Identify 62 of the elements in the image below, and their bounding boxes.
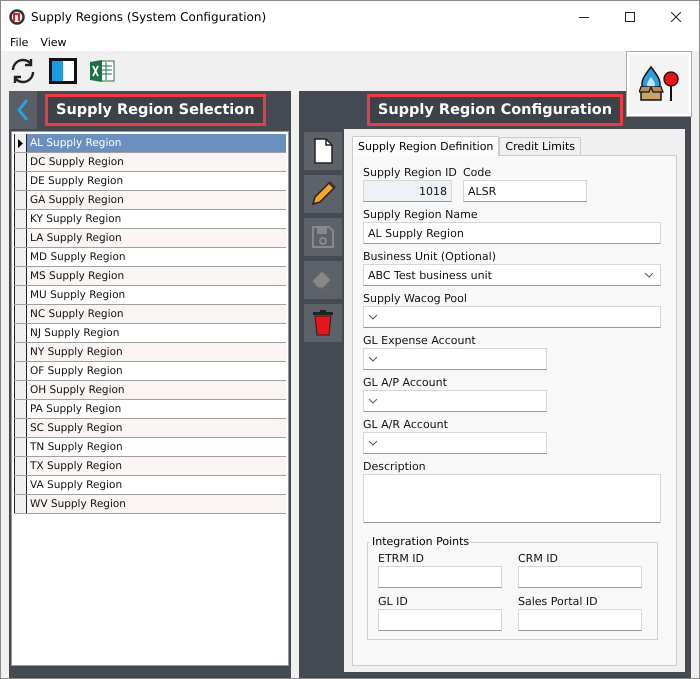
pencil-icon [310,181,336,207]
split-panel-icon[interactable] [49,58,77,84]
field-value: AL Supply Region [368,226,464,240]
minimize-icon [579,16,589,18]
panel-title: Supply Region Selection [45,94,266,126]
table-cell-text: VA Supply Region [29,478,124,493]
tab[interactable]: Supply Region Definition [352,136,500,156]
account-dropdown[interactable] [363,432,547,454]
back-button[interactable] [9,91,37,129]
new-tool-button[interactable] [304,132,342,170]
account-dropdown[interactable] [363,390,547,412]
refresh-icon[interactable] [9,57,37,85]
tab[interactable]: Credit Limits [499,137,581,155]
panel-title: Supply Region Configuration [366,94,624,126]
window-title: Supply Regions (System Configuration) [31,10,268,24]
field-value: 1018 [419,184,447,198]
table-cell-text: TN Supply Region [29,440,124,455]
field-value: ALSR [468,184,496,198]
field-label: CRM ID [518,551,558,566]
field-label: Business Unit (Optional) [363,249,496,264]
field-label: Supply Region Name [363,207,478,222]
field-label: Supply Region ID [363,165,457,180]
field-label: GL A/R Account [363,417,448,432]
field-label: ETRM ID [378,551,424,566]
table-cell-text: DE Supply Region [29,174,124,189]
delete-tool-button[interactable] [304,304,342,342]
close-icon [671,12,681,22]
table-cell-text: KY Supply Region [29,212,122,227]
menu-item[interactable]: File [10,36,28,48]
field-label: GL A/P Account [363,375,447,390]
input-field[interactable] [518,566,642,588]
input-field[interactable] [518,609,642,631]
new-document-icon [313,138,333,164]
table-cell-text: MD Supply Region [29,250,127,265]
description-field[interactable] [363,474,661,523]
field-value: ABC Test business unit [368,268,492,282]
field-label: GL ID [378,594,408,609]
table-cell-text: OF Supply Region [29,364,124,379]
field-label: Code [463,165,492,180]
row-pointer-icon [18,138,23,148]
table-cell-text: PA Supply Region [29,402,122,417]
group-title: Integration Points [370,535,472,548]
dropdown-field[interactable] [363,306,661,328]
account-dropdown[interactable] [363,348,547,370]
field-label: Sales Portal ID [518,594,598,609]
table-cell-text: MU Supply Region [29,288,126,303]
menu-item[interactable]: View [40,36,67,48]
input-field[interactable] [378,566,502,588]
input-field[interactable] [378,609,502,631]
code-field[interactable]: ALSR [463,180,587,202]
maximize-icon [625,12,635,22]
trash-icon [312,310,334,336]
spreadsheet-icon[interactable] [89,58,115,84]
edit-tool-button[interactable] [304,175,342,213]
field-label: GL Expense Account [363,333,476,348]
field-label: Supply Wacog Pool [363,291,467,306]
dropdown-field[interactable]: ABC Test business unit [363,264,661,286]
app-logo-icon [9,9,25,25]
name-field[interactable]: AL Supply Region [363,222,661,244]
table-cell-text: NJ Supply Region [29,326,120,341]
eraser-icon [309,268,337,292]
field-label: Description [363,459,426,474]
